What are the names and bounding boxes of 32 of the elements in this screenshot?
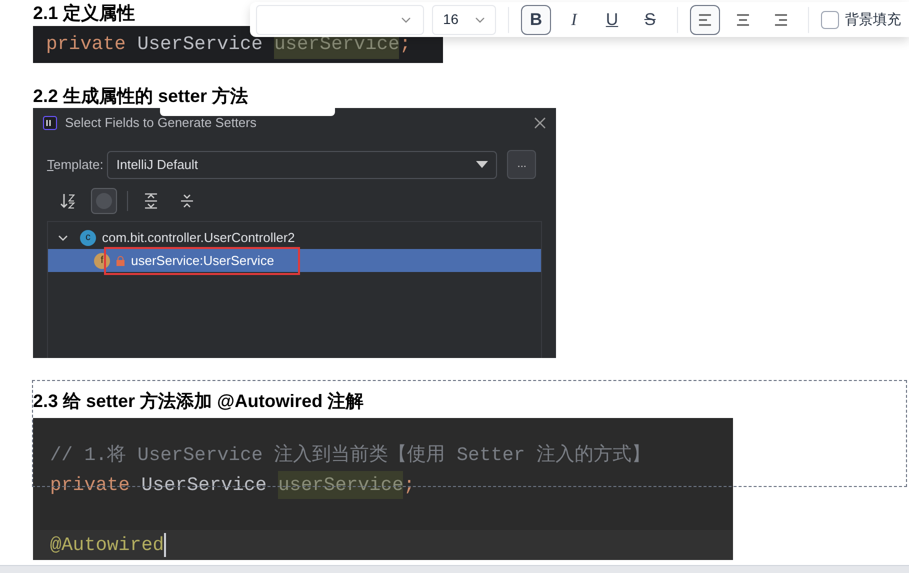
class-badge: c [80,230,96,246]
chevron-down-icon [475,16,485,22]
underline-button[interactable]: U [597,4,627,34]
code-line: @Autowired [50,532,164,558]
code-line: private UserService userService; [50,470,415,500]
checkbox[interactable] [821,10,839,28]
expand-all-icon [143,193,159,209]
tree-item[interactable]: f userService:UserService [48,249,541,272]
align-left-button[interactable] [690,4,720,34]
toggle-tool-button[interactable] [91,188,117,214]
app-icon [43,116,57,130]
text-caret [164,533,166,557]
italic-button[interactable]: I [559,4,589,34]
close-icon[interactable] [534,117,546,129]
sort-icon [59,192,77,210]
more-button[interactable]: ... [507,150,536,179]
template-dropdown[interactable]: IntelliJ Default [107,150,498,178]
strike-button[interactable]: S [635,4,665,34]
tree-item[interactable]: c com.bit.controller.UserController2 [48,226,541,249]
collapse-all-icon [179,193,195,209]
bold-button[interactable]: B [521,4,551,34]
code-line: // 1.将 UserService 注入到当前类【使用 Setter 注入的方式】 [50,442,650,468]
section-heading: 2.3 给 setter 方法添加 @Autowired 注解 [33,390,364,412]
section-heading: 2.1 定义属性 [33,2,136,24]
font-size-select[interactable]: 16 [432,4,496,34]
section-heading: 2.2 生成属性的 setter 方法 [33,85,248,107]
dialog-title: Select Fields to Generate Setters [65,114,258,132]
checkbox-label: 背景填充 [845,10,901,29]
chevron-down-icon [401,16,411,22]
dropdown-arrow-icon [476,160,488,168]
chevron-down-icon[interactable] [58,232,68,242]
template-label: Template: [47,156,104,174]
